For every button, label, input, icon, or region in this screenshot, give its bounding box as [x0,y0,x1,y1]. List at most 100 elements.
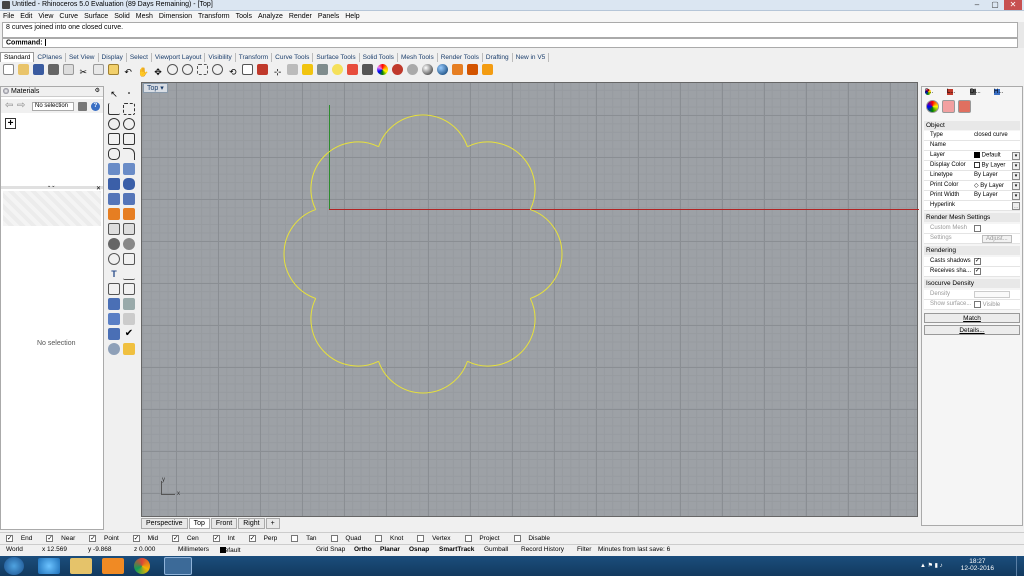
render-tools-icon[interactable] [108,313,120,325]
osnap-quad[interactable]: Quad [328,534,365,543]
flower-petal-arc[interactable] [310,141,379,210]
prop-layer-value[interactable]: Default [974,152,1001,159]
flower-petal-arc[interactable] [378,361,468,394]
osnap-vertex-checkbox[interactable] [417,535,425,543]
help-icon[interactable]: ? [91,102,100,111]
osnap-quad-checkbox[interactable] [330,535,338,543]
tab-render-tools[interactable]: Render Tools [438,53,483,62]
tab-transform[interactable]: Transform [236,53,273,62]
menu-curve[interactable]: Curve [56,11,81,20]
open-folder-icon[interactable] [17,64,29,75]
rendered-sphere-icon[interactable] [421,64,433,75]
prop-display-color[interactable]: Display Color By Layer ▾ [924,161,1020,171]
prop-linetype-value[interactable]: By Layer [974,172,998,178]
osnap-vertex[interactable]: Vertex [414,534,453,543]
polygon-icon[interactable] [108,148,120,160]
tab-right[interactable]: Right [238,518,265,529]
details-button[interactable]: Details... [924,325,1020,335]
osnap-point-checkbox[interactable]: ✓ [89,535,97,543]
display-mode-icon[interactable] [108,343,120,355]
split-icon[interactable] [123,223,135,235]
visible-checkbox[interactable]: Visible [974,301,1000,308]
osnap-disable[interactable]: Disable [511,534,554,543]
undo-icon[interactable]: ↶ [123,67,134,78]
prop-hyperlink[interactable]: Hyperlink… [924,201,1020,211]
array-icon[interactable] [108,283,120,295]
sphere-icon[interactable] [123,178,135,190]
osnap-end-checkbox[interactable]: ✓ [6,535,13,543]
osnap-int-checkbox[interactable]: ✓ [212,535,220,543]
chrome-icon[interactable] [134,558,150,574]
osnap-project[interactable]: Project [462,534,503,543]
prop-print-width[interactable]: Print Width By Layer ▾ [924,191,1020,201]
menu-file[interactable]: File [0,11,17,20]
print-icon[interactable] [47,64,59,75]
four-viewports-icon[interactable] [242,64,254,75]
explode-icon[interactable] [123,208,135,220]
osnap-perp-checkbox[interactable]: ✓ [248,535,256,543]
flower-petal-arc[interactable] [467,141,536,210]
menu-transform[interactable]: Transform [195,11,233,20]
osnap-mid-checkbox[interactable]: ✓ [132,535,140,543]
tab-set-view[interactable]: Set View [66,53,99,62]
density-field[interactable] [974,291,1010,298]
osnap-project-checkbox[interactable] [464,535,472,543]
object-properties-icon[interactable] [926,100,939,113]
layer-dropdown-icon[interactable]: ▾ [1012,152,1020,160]
tab-drafting[interactable]: Drafting [483,53,513,62]
tab-viewport-layout[interactable]: Viewport Layout [152,53,206,62]
casts-shadows-checkbox[interactable]: ✓ [974,258,981,265]
flower-petal-arc[interactable] [530,209,563,299]
loft-icon[interactable] [123,163,135,175]
flower-petal-arc[interactable] [467,298,536,367]
tab-select[interactable]: Select [127,53,152,62]
toggle-smarttrack[interactable]: SmartTrack [439,546,474,553]
toggle-osnap[interactable]: Osnap [409,546,429,553]
minimize-button[interactable]: – [968,0,986,10]
menu-mesh[interactable]: Mesh [133,11,156,20]
show-desktop-button[interactable] [1016,556,1024,576]
top-viewport[interactable]: Top ▾ y x [141,82,919,517]
start-button-icon[interactable] [4,557,24,575]
material-properties-icon[interactable] [942,100,955,113]
toggle-grid-snap[interactable]: Grid Snap [316,546,345,553]
transform-icon[interactable] [123,283,135,295]
toggle-record-history[interactable]: Record History [521,546,564,553]
prop-display-color-value[interactable]: By Layer [974,162,1005,169]
media-player-icon[interactable] [102,558,124,574]
group-icon[interactable] [123,238,135,250]
tab-solid-tools[interactable]: Solid Tools [360,53,398,62]
light-bulb-icon[interactable] [331,64,343,75]
add-viewport-tab[interactable]: + [265,518,280,529]
osnap-knot[interactable]: Knot [372,534,406,543]
file-explorer-icon[interactable] [70,558,92,574]
color-wheel-icon[interactable] [376,64,388,75]
join-icon[interactable] [108,238,120,250]
move-icon[interactable]: ✥ [153,67,164,78]
boolean-union-icon[interactable] [108,208,120,220]
prop-layer[interactable]: Layer Default ▾ [924,151,1020,161]
tab-new-in-v5[interactable]: New in V5 [513,53,550,62]
fillet-curve-icon[interactable] [123,148,135,160]
menu-tools[interactable]: Tools [233,11,255,20]
pan-hand-icon[interactable]: ✋ [138,67,149,78]
panel-splitter[interactable]: ⌄⌄ ✕ [1,183,103,192]
lock-icon[interactable] [361,64,373,75]
tab-perspective[interactable]: Perspective [141,518,188,529]
print-color-dropdown-icon[interactable]: ▾ [1012,182,1020,190]
osnap-tan-checkbox[interactable] [291,535,299,543]
flower-petal-arc[interactable] [310,298,379,367]
osnap-int[interactable]: ✓ Int [210,534,238,543]
flower-petal-arc[interactable] [283,209,316,299]
ellipse-icon[interactable] [123,118,135,130]
cplane-tools-icon[interactable] [108,328,120,340]
menu-solid[interactable]: Solid [111,11,133,20]
osnap-end[interactable]: ✓ End [3,534,35,543]
status-units[interactable]: Millimeters [178,546,209,553]
analyze-icon[interactable] [123,313,135,325]
wand-icon[interactable] [451,64,463,75]
osnap-near-checkbox[interactable]: ✓ [46,535,54,543]
rebuild-icon[interactable] [108,253,120,265]
curve-icon[interactable] [123,103,135,115]
menu-edit[interactable]: Edit [17,11,35,20]
